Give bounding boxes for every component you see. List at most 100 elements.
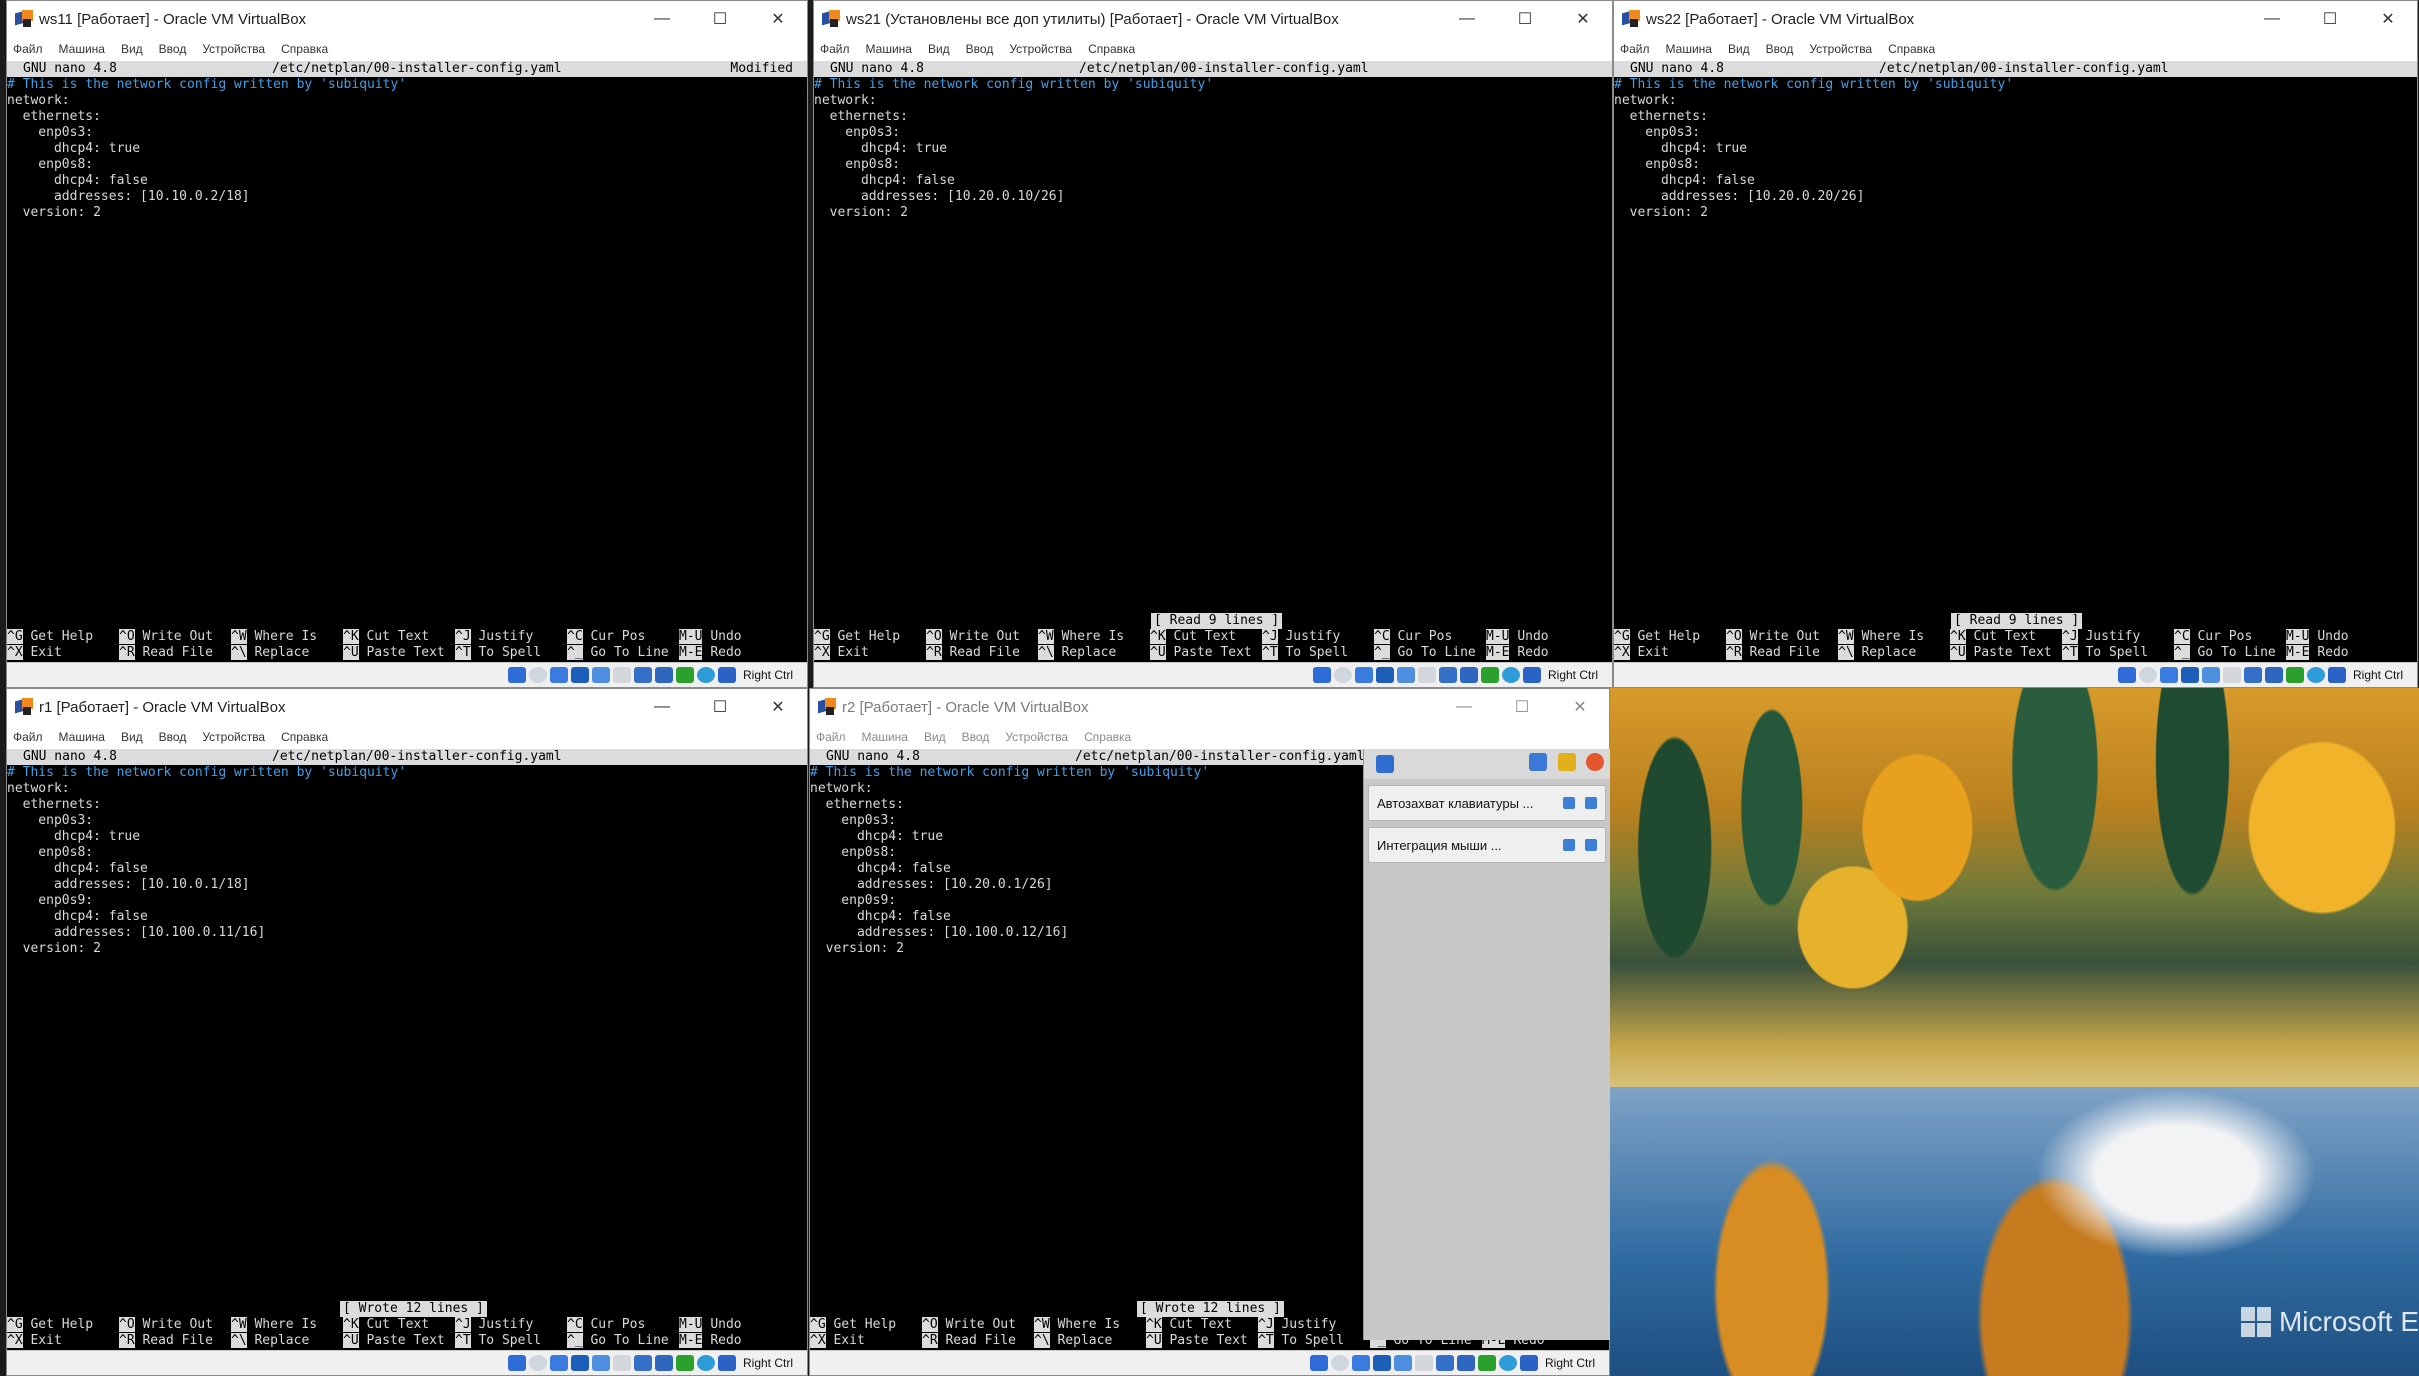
usb-icon[interactable] [591,667,610,683]
menu-item[interactable]: Машина [1666,42,1712,56]
menu-item[interactable]: Файл [816,730,846,744]
network-icon[interactable] [1375,667,1394,683]
maximize-icon[interactable]: ☐ [691,1,749,37]
editor-content[interactable]: # This is the network config written by … [810,765,1209,957]
title-bar[interactable]: r2 [Работает] - Oracle VM VirtualBox — ☐ ✕ [810,689,1609,725]
display-icon[interactable] [1435,1355,1454,1371]
close-icon[interactable]: ✕ [1554,1,1612,37]
editor-content[interactable]: # This is the network config written by … [7,765,406,957]
vm-screen[interactable]: GNU nano 4.8/etc/netplan/00-installer-co… [7,749,807,1351]
menu-item[interactable]: Машина [862,730,908,744]
menu-item[interactable]: Устройства [1809,42,1872,56]
maximize-icon[interactable]: ☐ [691,689,749,725]
cpu-icon[interactable] [2285,667,2304,683]
menu-item[interactable]: Файл [820,42,850,56]
menu-item[interactable]: Справка [1084,730,1131,744]
hard-disk-icon[interactable] [1312,667,1331,683]
audio-icon[interactable] [549,1355,568,1371]
cpu-icon[interactable] [675,1355,694,1371]
usb-icon[interactable] [1393,1355,1412,1371]
shared-folder-icon[interactable] [612,1355,631,1371]
display-icon[interactable] [2243,667,2262,683]
display-icon[interactable] [633,1355,652,1371]
editor-content[interactable]: # This is the network config written by … [1614,77,2013,221]
close-icon[interactable]: ✕ [749,1,807,37]
menu-item[interactable]: Файл [13,730,43,744]
minimize-icon[interactable]: — [2243,1,2301,37]
cpu-icon[interactable] [675,667,694,683]
keyboard-capture-icon[interactable] [717,667,736,683]
recording-icon[interactable] [654,667,673,683]
usb-icon[interactable] [591,1355,610,1371]
mouse-integration-icon[interactable] [2306,667,2325,683]
minimize-icon[interactable]: — [633,689,691,725]
menu-item[interactable]: Вид [924,730,946,744]
vm-window-ws22[interactable]: ws22 [Работает] - Oracle VM VirtualBox — ☐… [1613,0,2418,688]
maximize-icon[interactable]: ☐ [1496,1,1554,37]
menu-item[interactable]: Машина [59,730,105,744]
menu-item[interactable]: Ввод [1766,42,1794,56]
menu-item[interactable]: Устройства [1009,42,1072,56]
pin-icon[interactable] [1557,752,1576,771]
optical-drive-icon[interactable] [528,1355,547,1371]
menu-item[interactable]: Вид [121,730,143,744]
keyboard-capture-icon[interactable] [1519,1355,1538,1371]
audio-icon[interactable] [1351,1355,1370,1371]
close-all-icon[interactable] [1586,752,1604,771]
keyboard-capture-icon[interactable] [2327,667,2346,683]
keyboard-capture-icon[interactable] [1522,667,1541,683]
close-icon[interactable] [1585,839,1597,851]
menu-item[interactable]: Ввод [159,42,187,56]
network-icon[interactable] [570,667,589,683]
menu-item[interactable]: Вид [121,42,143,56]
expand-icon[interactable] [1563,839,1575,851]
recording-icon[interactable] [2264,667,2283,683]
shared-folder-icon[interactable] [1414,1355,1433,1371]
menu-item[interactable]: Справка [281,42,328,56]
network-icon[interactable] [1372,1355,1391,1371]
display-icon[interactable] [1438,667,1457,683]
menu-item[interactable]: Ввод [159,730,187,744]
title-bar[interactable]: ws22 [Работает] - Oracle VM VirtualBox — ☐… [1614,1,2417,37]
title-bar[interactable]: ws11 [Работает] - Oracle VM VirtualBox — ☐… [7,1,807,37]
menu-item[interactable]: Справка [281,730,328,744]
mouse-integration-icon[interactable] [1501,667,1520,683]
menu-item[interactable]: Вид [928,42,950,56]
vm-screen[interactable]: GNU nano 4.8/etc/netplan/00-installer-co… [814,61,1612,663]
hard-disk-icon[interactable] [507,667,526,683]
network-icon[interactable] [570,1355,589,1371]
minimize-icon[interactable]: — [633,1,691,37]
display-icon[interactable] [633,667,652,683]
usb-icon[interactable] [1396,667,1415,683]
notification-keyboard-capture[interactable]: Автозахват клавиатуры ... [1368,785,1606,821]
menu-item[interactable]: Ввод [966,42,994,56]
menu-item[interactable]: Устройства [1005,730,1068,744]
maximize-icon[interactable]: ☐ [2301,1,2359,37]
optical-drive-icon[interactable] [2138,667,2157,683]
network-icon[interactable] [2180,667,2199,683]
audio-icon[interactable] [1354,667,1373,683]
cpu-icon[interactable] [1480,667,1499,683]
minimize-icon[interactable]: — [1435,689,1493,725]
close-icon[interactable] [1585,797,1597,809]
mouse-integration-icon[interactable] [696,667,715,683]
mouse-integration-icon[interactable] [696,1355,715,1371]
editor-content[interactable]: # This is the network config written by … [814,77,1213,221]
menu-item[interactable]: Справка [1088,42,1135,56]
expand-icon[interactable] [1563,797,1575,809]
menu-item[interactable]: Ввод [962,730,990,744]
title-bar[interactable]: ws21 (Установлены все доп утилиты) [Рабо… [814,1,1612,37]
close-icon[interactable]: ✕ [1551,689,1609,725]
title-bar[interactable]: r1 [Работает] - Oracle VM VirtualBox — ☐ ✕ [7,689,807,725]
hard-disk-icon[interactable] [1309,1355,1328,1371]
notification-mouse-integration[interactable]: Интеграция мыши ... [1368,827,1606,863]
audio-icon[interactable] [549,667,568,683]
recording-icon[interactable] [1456,1355,1475,1371]
collapse-icon[interactable] [1529,752,1548,771]
shared-folder-icon[interactable] [2222,667,2241,683]
vm-window-ws21[interactable]: ws21 (Установлены все доп утилиты) [Рабо… [813,0,1613,688]
editor-content[interactable]: # This is the network config written by … [7,77,406,221]
keyboard-capture-icon[interactable] [717,1355,736,1371]
hard-disk-icon[interactable] [2117,667,2136,683]
menu-item[interactable]: Файл [13,42,43,56]
